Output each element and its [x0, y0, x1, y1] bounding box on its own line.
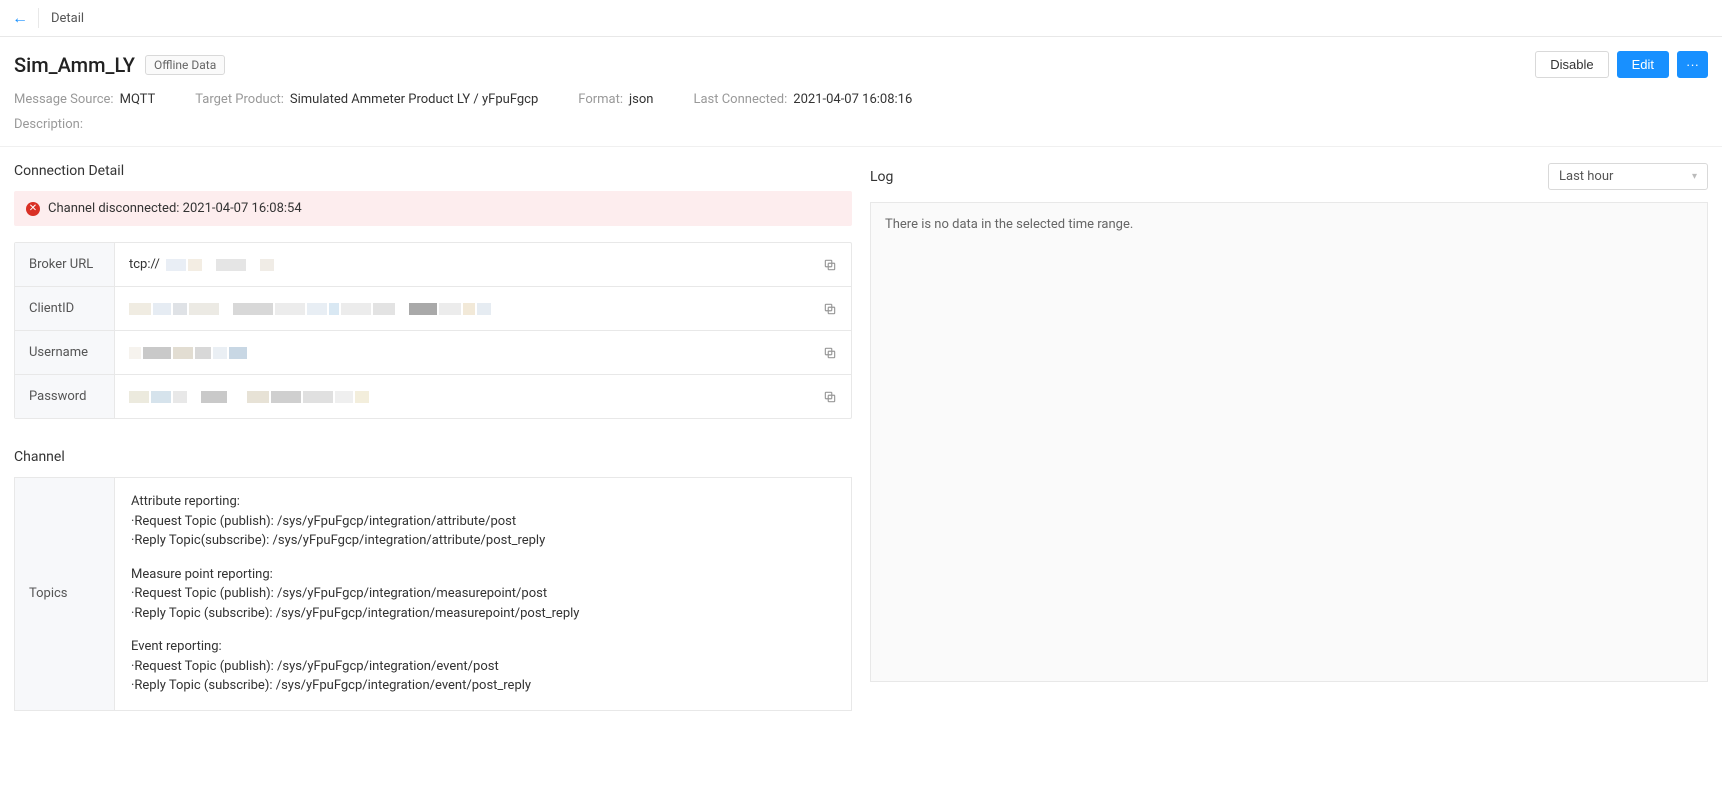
label-username: Username	[15, 331, 115, 374]
connection-detail-title: Connection Detail	[14, 163, 852, 179]
topic-line: ·Reply Topic (subscribe): /sys/yFpuFgcp/…	[131, 676, 835, 696]
row-username: Username	[15, 331, 851, 375]
meta-last-connected: Last Connected: 2021-04-07 16:08:16	[693, 92, 912, 107]
broker-url-prefix: tcp://	[129, 257, 160, 272]
header-actions: Disable Edit ···	[1535, 51, 1708, 78]
value-password	[129, 391, 369, 403]
copy-icon[interactable]	[823, 390, 837, 404]
topic-line: ·Request Topic (publish): /sys/yFpuFgcp/…	[131, 512, 835, 532]
connection-detail-table: Broker URL tcp://	[14, 242, 852, 419]
topics-table: Topics Attribute reporting: ·Request Top…	[14, 477, 852, 711]
value-broker-url: tcp://	[129, 257, 274, 272]
meta-format: Format: json	[578, 92, 653, 107]
topic-group-title: Measure point reporting:	[131, 565, 835, 585]
value-client-id	[129, 303, 491, 315]
meta-label: Last Connected:	[693, 92, 787, 107]
log-title: Log	[870, 169, 893, 185]
topic-line: ·Request Topic (publish): /sys/yFpuFgcp/…	[131, 657, 835, 677]
time-range-value: Last hour	[1559, 169, 1613, 184]
label-broker-url: Broker URL	[15, 243, 115, 286]
channel-title: Channel	[14, 449, 852, 465]
topic-group-title: Event reporting:	[131, 637, 835, 657]
topic-group-attribute: Attribute reporting: ·Request Topic (pub…	[131, 492, 835, 551]
label-password: Password	[15, 375, 115, 418]
meta-description: Description:	[14, 117, 89, 132]
copy-icon[interactable]	[823, 346, 837, 360]
edit-button[interactable]: Edit	[1617, 51, 1669, 78]
topics-label: Topics	[15, 478, 115, 710]
top-bar: ← Detail	[0, 0, 1722, 37]
row-password: Password	[15, 375, 851, 418]
topic-line: ·Request Topic (publish): /sys/yFpuFgcp/…	[131, 584, 835, 604]
topic-line: ·Reply Topic(subscribe): /sys/yFpuFgcp/i…	[131, 531, 835, 551]
status-badge: Offline Data	[145, 55, 225, 75]
alert-channel-disconnected: ✕ Channel disconnected: 2021-04-07 16:08…	[14, 191, 852, 226]
error-icon: ✕	[26, 202, 40, 216]
chevron-down-icon: ▾	[1692, 171, 1697, 182]
label-client-id: ClientID	[15, 287, 115, 330]
meta-label: Target Product:	[195, 92, 284, 107]
meta-value: 2021-04-07 16:08:16	[793, 92, 912, 107]
topics-content: Attribute reporting: ·Request Topic (pub…	[115, 478, 851, 710]
page-header: Sim_Amm_LY Offline Data Disable Edit ···…	[0, 37, 1722, 147]
log-empty-text: There is no data in the selected time ra…	[885, 217, 1133, 232]
meta-label: Description:	[14, 117, 83, 132]
meta-message-source: Message Source: MQTT	[14, 92, 155, 107]
log-panel: There is no data in the selected time ra…	[870, 202, 1708, 682]
topic-group-title: Attribute reporting:	[131, 492, 835, 512]
topic-line: ·Reply Topic (subscribe): /sys/yFpuFgcp/…	[131, 604, 835, 624]
copy-icon[interactable]	[823, 302, 837, 316]
value-username	[129, 347, 247, 359]
copy-icon[interactable]	[823, 258, 837, 272]
more-button[interactable]: ···	[1677, 51, 1708, 78]
row-client-id: ClientID	[15, 287, 851, 331]
meta-target-product: Target Product: Simulated Ammeter Produc…	[195, 92, 538, 107]
meta-value: json	[629, 92, 653, 107]
row-broker-url: Broker URL tcp://	[15, 243, 851, 287]
meta-value: MQTT	[120, 92, 156, 107]
disable-button[interactable]: Disable	[1535, 51, 1608, 78]
meta-label: Message Source:	[14, 92, 114, 107]
breadcrumb: Detail	[51, 11, 84, 26]
alert-text: Channel disconnected: 2021-04-07 16:08:5…	[48, 201, 302, 216]
topic-group-event: Event reporting: ·Request Topic (publish…	[131, 637, 835, 696]
meta-label: Format:	[578, 92, 623, 107]
page-title: Sim_Amm_LY	[14, 53, 135, 77]
time-range-select[interactable]: Last hour ▾	[1548, 163, 1708, 190]
back-arrow-icon[interactable]: ←	[12, 8, 39, 28]
meta-value: Simulated Ammeter Product LY / yFpuFgcp	[290, 92, 538, 107]
topic-group-measurepoint: Measure point reporting: ·Request Topic …	[131, 565, 835, 624]
